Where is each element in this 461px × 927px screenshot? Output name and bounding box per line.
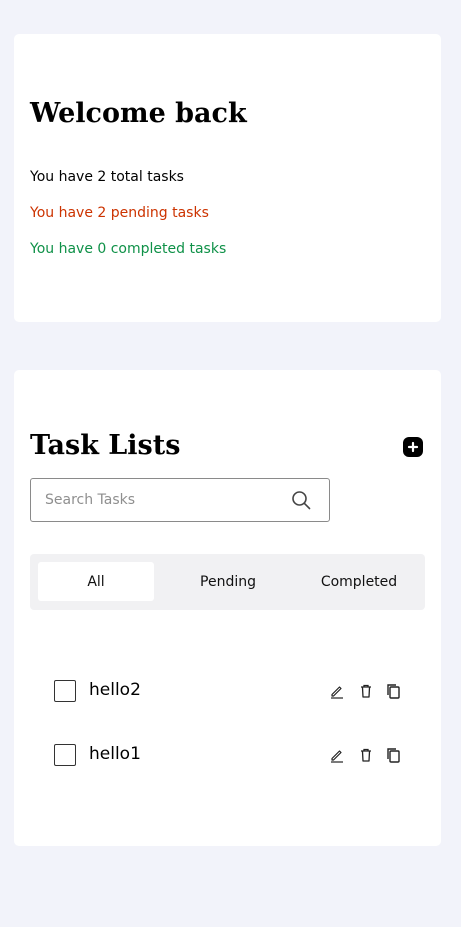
tab-completed[interactable]: Completed bbox=[301, 562, 417, 601]
copy-icon[interactable] bbox=[385, 683, 401, 699]
delete-icon[interactable] bbox=[358, 683, 374, 699]
copy-icon[interactable] bbox=[385, 747, 401, 763]
edit-icon[interactable] bbox=[329, 683, 345, 699]
welcome-title: Welcome back bbox=[30, 98, 247, 129]
completed-tasks-text: You have 0 completed tasks bbox=[30, 241, 227, 257]
task-checkbox[interactable] bbox=[54, 680, 76, 702]
search-icon[interactable] bbox=[291, 490, 311, 510]
task-label: hello2 bbox=[89, 680, 141, 700]
filter-tabs: All Pending Completed bbox=[30, 554, 425, 610]
tab-all[interactable]: All bbox=[38, 562, 154, 601]
plus-icon bbox=[407, 441, 419, 453]
delete-icon[interactable] bbox=[358, 747, 374, 763]
search-box bbox=[30, 478, 330, 522]
task-lists-card: Task Lists All Pending Completed hello2 bbox=[14, 370, 441, 846]
task-lists-title: Task Lists bbox=[30, 430, 181, 461]
task-row: hello2 bbox=[54, 680, 404, 706]
tab-pending[interactable]: Pending bbox=[170, 562, 286, 601]
edit-icon[interactable] bbox=[329, 747, 345, 763]
task-label: hello1 bbox=[89, 744, 141, 764]
add-task-button[interactable] bbox=[403, 437, 423, 457]
total-tasks-text: You have 2 total tasks bbox=[30, 169, 184, 185]
search-input[interactable] bbox=[45, 479, 275, 521]
task-row: hello1 bbox=[54, 744, 404, 770]
welcome-card: Welcome back You have 2 total tasks You … bbox=[14, 34, 441, 322]
pending-tasks-text: You have 2 pending tasks bbox=[30, 205, 209, 221]
task-checkbox[interactable] bbox=[54, 744, 76, 766]
